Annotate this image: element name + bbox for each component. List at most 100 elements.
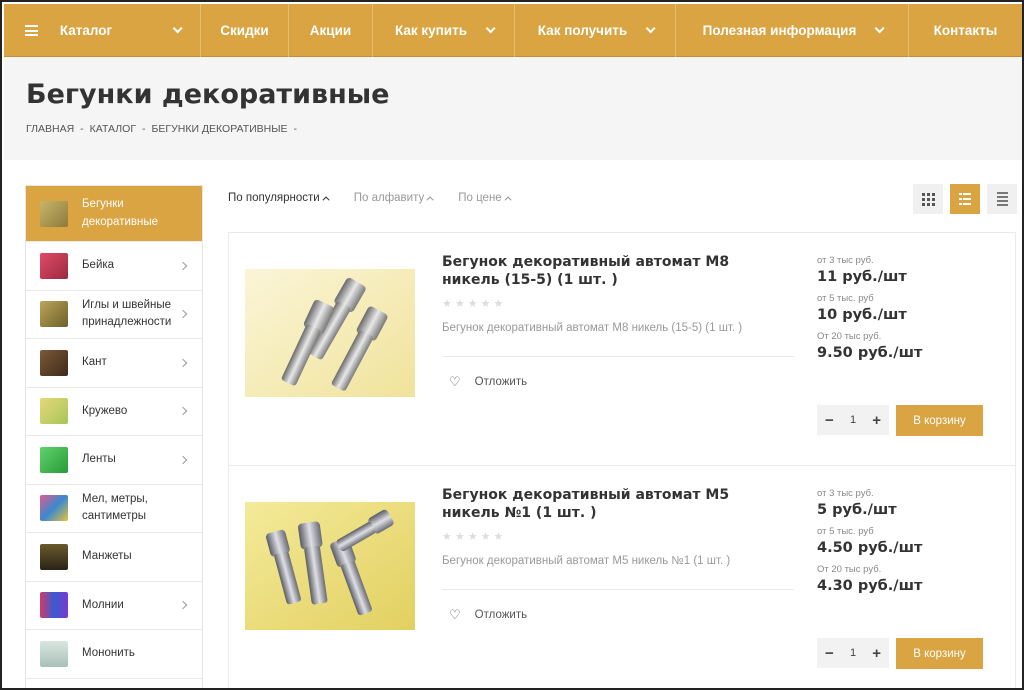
grid-view-button[interactable] bbox=[913, 184, 943, 214]
breadcrumb-home[interactable]: ГЛАВНАЯ bbox=[26, 123, 74, 135]
sidebar-item-ribbons[interactable]: Ленты bbox=[26, 436, 202, 485]
decrement-button[interactable]: − bbox=[825, 412, 834, 429]
sidebar-item-chalk-tapes[interactable]: Мел, метры, сантиметры bbox=[26, 485, 202, 533]
sidebar-item-label: Молнии bbox=[82, 598, 124, 611]
sidebar-item-needles[interactable]: Иглы и швейные принадлежности bbox=[26, 291, 202, 339]
breadcrumb: ГЛАВНАЯ - КАТАЛОГ - БЕГУНКИ ДЕКОРАТИВНЫЕ… bbox=[26, 123, 297, 135]
chevron-down-icon bbox=[172, 23, 183, 34]
tier-label: от 3 тыс руб. bbox=[817, 488, 874, 499]
breadcrumb-separator: - bbox=[293, 123, 298, 135]
category-thumbnail bbox=[40, 446, 68, 473]
tier-label: От 20 тыс руб. bbox=[817, 331, 882, 342]
tier-price: 9.50 руб./шт bbox=[817, 345, 923, 361]
product-image[interactable] bbox=[245, 502, 415, 630]
increment-button[interactable]: + bbox=[872, 645, 881, 662]
wishlist-button[interactable]: ♡ Отложить bbox=[449, 374, 527, 390]
list-icon bbox=[959, 193, 971, 205]
sort-by-alphabet[interactable]: По алфавиту bbox=[354, 192, 435, 204]
nav-discounts[interactable]: Скидки bbox=[201, 4, 289, 57]
breadcrumb-current: БЕГУНКИ ДЕКОРАТИВНЫЕ bbox=[151, 123, 288, 135]
quantity-value[interactable]: 1 bbox=[850, 647, 856, 659]
page-title: Бегунки декоративные bbox=[26, 79, 390, 110]
nav-label: Акции bbox=[309, 23, 352, 38]
quantity-value[interactable]: 1 bbox=[850, 414, 856, 426]
heart-icon: ♡ bbox=[449, 607, 461, 622]
sidebar-item-label: Бейка bbox=[82, 259, 115, 272]
page-header: Бегунки декоративные ГЛАВНАЯ - КАТАЛОГ -… bbox=[4, 57, 1022, 160]
sidebar-item-label: Кружево bbox=[82, 404, 128, 417]
nav-how-to-buy[interactable]: Как купить bbox=[373, 4, 515, 57]
product-card: Бегунок декоративный автомат М5 никель №… bbox=[229, 466, 1015, 688]
caret-up-icon bbox=[322, 195, 330, 203]
rating-stars: ★ ★ ★ ★ ★ bbox=[442, 530, 503, 543]
rating-stars: ★ ★ ★ ★ ★ bbox=[442, 297, 503, 310]
nav-catalog[interactable]: Каталог bbox=[4, 4, 201, 57]
wishlist-button[interactable]: ♡ Отложить bbox=[449, 607, 527, 623]
wishlist-label: Отложить bbox=[474, 376, 528, 388]
sidebar-item-decorative-sliders[interactable]: Бегунки декоративные bbox=[26, 186, 202, 242]
category-thumbnail bbox=[40, 200, 68, 227]
tier-label: от 5 тыс. руб bbox=[817, 293, 874, 304]
nav-contacts[interactable]: Контакты bbox=[909, 4, 1022, 57]
nav-useful-info[interactable]: Полезная информация bbox=[676, 4, 909, 57]
add-to-cart-button[interactable]: В корзину bbox=[896, 638, 983, 669]
sort-label: По популярности bbox=[228, 192, 320, 204]
price-tier: от 3 тыс руб. 5 руб./шт bbox=[817, 488, 1007, 518]
category-thumbnail bbox=[40, 592, 68, 619]
nav-label: Как купить bbox=[394, 23, 468, 38]
category-sidebar: Бегунки декоративные Бейка Иглы и швейны… bbox=[25, 185, 203, 688]
price-tiers: от 3 тыс руб. 11 руб./шт от 5 тыс. руб 1… bbox=[817, 255, 1007, 369]
product-list: Бегунок декоративный автомат М8 никель (… bbox=[228, 232, 1016, 688]
star-icon: ★ bbox=[493, 531, 504, 543]
price-tier: от 3 тыс руб. 11 руб./шт bbox=[817, 255, 1007, 285]
nav-how-to-receive[interactable]: Как получить bbox=[515, 4, 676, 57]
add-to-cart-button[interactable]: В корзину bbox=[896, 405, 983, 436]
sidebar-item-label: Мел, метры, сантиметры bbox=[82, 493, 148, 523]
product-image[interactable] bbox=[245, 269, 415, 397]
sort-by-popularity[interactable]: По популярности bbox=[228, 192, 330, 204]
breadcrumb-catalog[interactable]: КАТАЛОГ bbox=[90, 123, 136, 135]
product-title[interactable]: Бегунок декоративный автомат М5 никель №… bbox=[442, 486, 782, 522]
nav-label: Как получить bbox=[537, 23, 628, 38]
sidebar-item-label: Мононить bbox=[82, 647, 135, 660]
category-thumbnail bbox=[40, 543, 68, 570]
nav-label: Скидки bbox=[220, 23, 269, 38]
star-icon: ★ bbox=[442, 531, 452, 543]
table-view-button[interactable] bbox=[987, 184, 1017, 214]
category-thumbnail bbox=[40, 349, 68, 376]
menu-icon bbox=[24, 25, 38, 36]
increment-button[interactable]: + bbox=[872, 412, 881, 429]
tier-label: от 3 тыс руб. bbox=[817, 255, 874, 266]
star-icon: ★ bbox=[480, 531, 491, 543]
grid-icon bbox=[921, 192, 935, 206]
tier-price: 10 руб./шт bbox=[817, 307, 907, 323]
chevron-down-icon bbox=[485, 23, 496, 34]
star-icon: ★ bbox=[467, 298, 478, 310]
star-icon: ★ bbox=[467, 531, 478, 543]
price-tier: от 5 тыс. руб 10 руб./шт bbox=[817, 293, 1007, 323]
product-description: Бегунок декоративный автомат М8 никель (… bbox=[442, 322, 743, 334]
heart-icon: ♡ bbox=[449, 374, 461, 389]
sidebar-item-bias-tape[interactable]: Бейка bbox=[26, 242, 202, 291]
tier-price: 11 руб./шт bbox=[817, 269, 907, 285]
sidebar-item-zippers[interactable]: Молнии bbox=[26, 582, 202, 630]
sidebar-item-piping[interactable]: Кант bbox=[26, 339, 202, 388]
nav-label: Каталог bbox=[59, 23, 113, 38]
top-navigation: Каталог Скидки Акции Как купить Как полу… bbox=[4, 4, 1022, 57]
category-thumbnail bbox=[40, 495, 68, 522]
list-view-button[interactable] bbox=[950, 184, 980, 214]
nav-label: Полезная информация bbox=[702, 23, 857, 38]
product-description: Бегунок декоративный автомат М5 никель №… bbox=[442, 555, 731, 567]
sidebar-item-monofilament[interactable]: Мононить bbox=[26, 630, 202, 679]
caret-up-icon bbox=[426, 195, 434, 203]
breadcrumb-separator: - bbox=[142, 123, 146, 135]
decrement-button[interactable]: − bbox=[825, 645, 834, 662]
sidebar-item-label: Манжеты bbox=[82, 550, 132, 563]
nav-promotions[interactable]: Акции bbox=[289, 4, 373, 57]
category-thumbnail bbox=[40, 252, 68, 279]
sidebar-item-cuffs[interactable]: Манжеты bbox=[26, 533, 202, 582]
product-title[interactable]: Бегунок декоративный автомат М8 никель (… bbox=[442, 253, 782, 289]
tier-price: 4.30 руб./шт bbox=[817, 578, 923, 594]
sidebar-item-lace[interactable]: Кружево bbox=[26, 388, 202, 436]
sort-by-price[interactable]: По цене bbox=[458, 192, 512, 204]
